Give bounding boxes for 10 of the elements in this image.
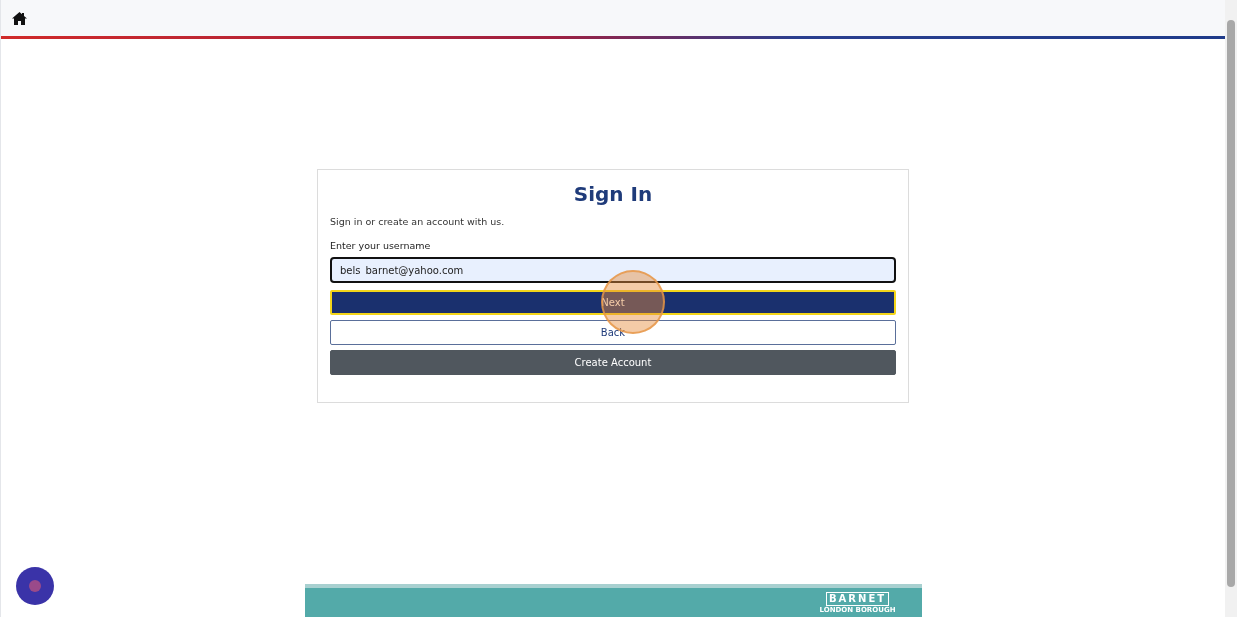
outline-button[interactable]: Back: [330, 320, 896, 345]
secondary-button[interactable]: Create Account: [330, 350, 896, 375]
intro-text: Sign in or create an account with us.: [330, 216, 506, 227]
scrollbar[interactable]: [1225, 0, 1237, 617]
home-icon[interactable]: [12, 11, 27, 25]
chat-launcher[interactable]: [16, 567, 54, 605]
username-field[interactable]: bels_barnet@yahoo.com: [330, 257, 896, 283]
sign-in-title: Sign In: [572, 182, 654, 206]
logo-name: BARNET: [825, 591, 890, 606]
username-label: Enter your username: [330, 240, 432, 251]
